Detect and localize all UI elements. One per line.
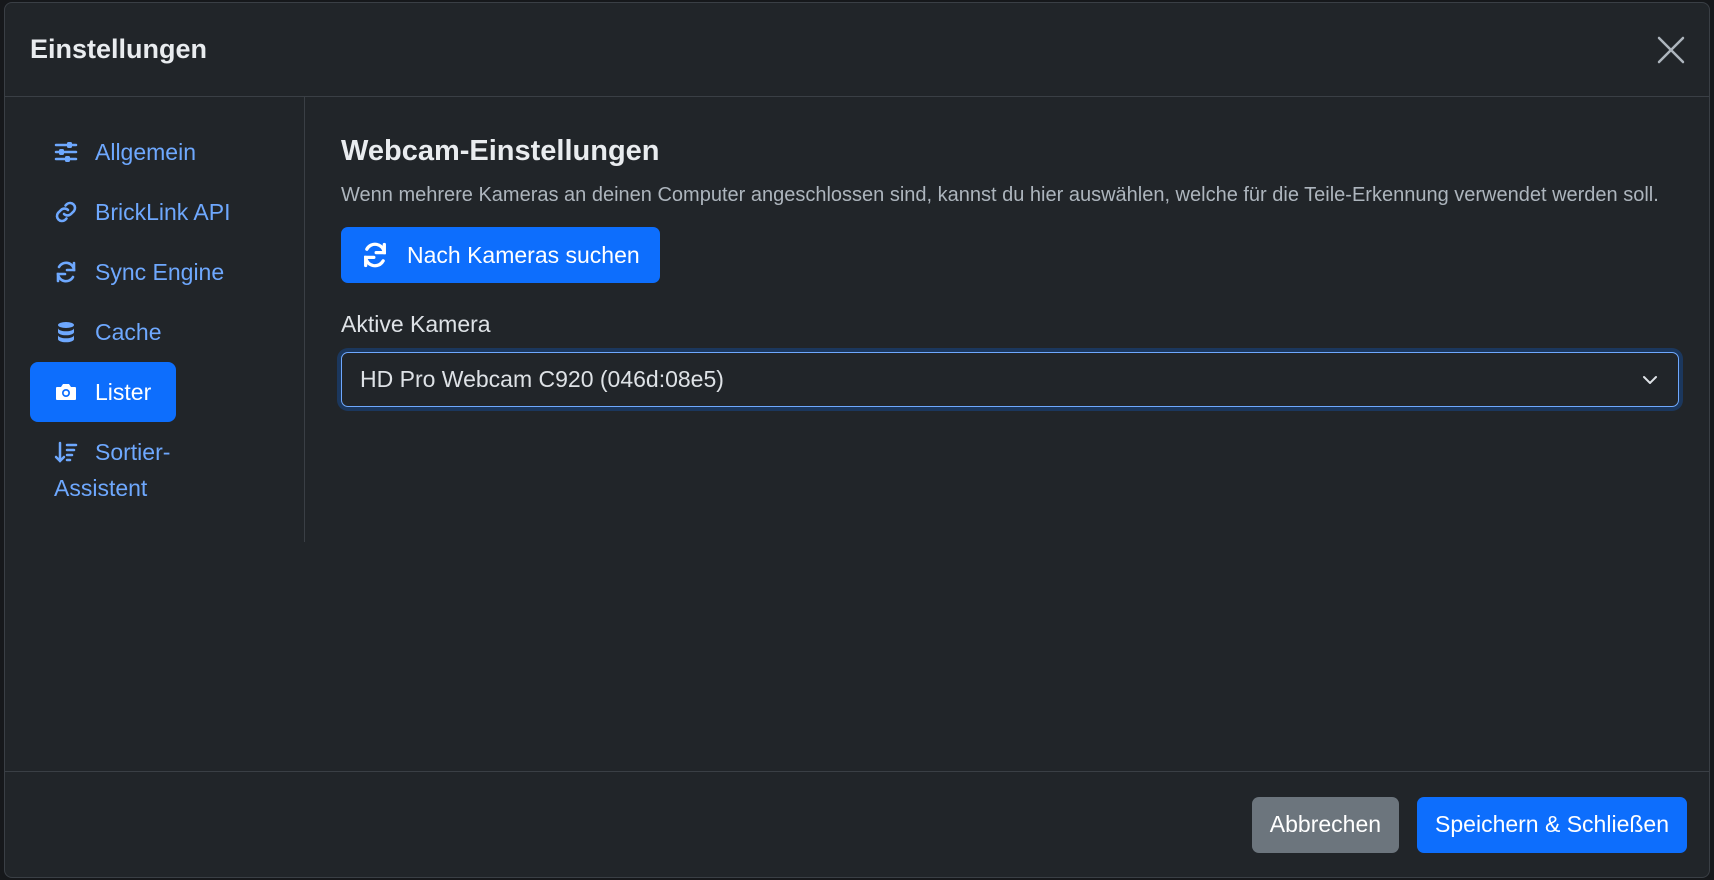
sidebar-item-sync-engine[interactable]: Sync Engine bbox=[30, 242, 270, 302]
sidebar-item-cache[interactable]: Cache bbox=[30, 302, 176, 362]
sidebar-item-allgemein[interactable]: Allgemein bbox=[30, 122, 235, 182]
close-icon bbox=[1657, 36, 1685, 63]
sidebar-item-label: Sync Engine bbox=[95, 259, 225, 285]
sidebar-item-label-line1: Sortier- bbox=[95, 439, 171, 465]
section-description: Wenn mehrere Kameras an deinen Computer … bbox=[341, 184, 1659, 206]
database-icon bbox=[54, 314, 78, 350]
link-icon bbox=[54, 194, 78, 230]
section-title: Webcam-Einstellungen bbox=[341, 135, 660, 167]
close-button[interactable] bbox=[1655, 34, 1687, 66]
modal-header: Einstellungen bbox=[5, 3, 1709, 97]
sort-icon bbox=[54, 434, 78, 470]
sidebar-item-lister[interactable]: Lister bbox=[30, 362, 176, 422]
active-camera-label: Aktive Kamera bbox=[341, 311, 491, 337]
settings-modal: Einstellungen Allgemein BrickLink API Sy… bbox=[4, 2, 1710, 878]
sidebar-item-sortier-assistent[interactable]: Sortier- Assistent bbox=[30, 422, 270, 518]
camera-icon bbox=[54, 374, 78, 410]
sidebar-item-label: Cache bbox=[95, 319, 162, 345]
sidebar-item-label-line2: Assistent bbox=[54, 475, 148, 501]
sidebar-item-label: BrickLink API bbox=[95, 199, 231, 225]
scan-cameras-label: Nach Kameras suchen bbox=[407, 241, 640, 268]
sidebar-item-label: Allgemein bbox=[95, 139, 196, 165]
active-camera-value: HD Pro Webcam C920 (046d:08e5) bbox=[360, 366, 724, 392]
cancel-button[interactable]: Abbrechen bbox=[1251, 796, 1400, 853]
settings-content: Webcam-Einstellungen Wenn mehrere Kamera… bbox=[341, 97, 1679, 407]
settings-sidebar: Allgemein BrickLink API Sync Engine Cach… bbox=[5, 97, 305, 542]
modal-body: Allgemein BrickLink API Sync Engine Cach… bbox=[5, 97, 1709, 773]
sliders-icon bbox=[54, 134, 78, 170]
save-close-button[interactable]: Speichern & Schließen bbox=[1417, 796, 1687, 853]
refresh-icon bbox=[364, 242, 386, 268]
modal-title: Einstellungen bbox=[30, 34, 208, 64]
chevron-down-icon bbox=[1643, 375, 1657, 384]
scan-cameras-button[interactable]: Nach Kameras suchen bbox=[341, 227, 660, 283]
sidebar-item-bricklink-api[interactable]: BrickLink API bbox=[30, 182, 270, 242]
modal-footer: Abbrechen Speichern & Schließen bbox=[5, 771, 1709, 877]
sidebar-item-label: Lister bbox=[95, 379, 152, 405]
active-camera-select[interactable]: HD Pro Webcam C920 (046d:08e5) bbox=[341, 352, 1679, 407]
sync-icon bbox=[54, 254, 78, 290]
